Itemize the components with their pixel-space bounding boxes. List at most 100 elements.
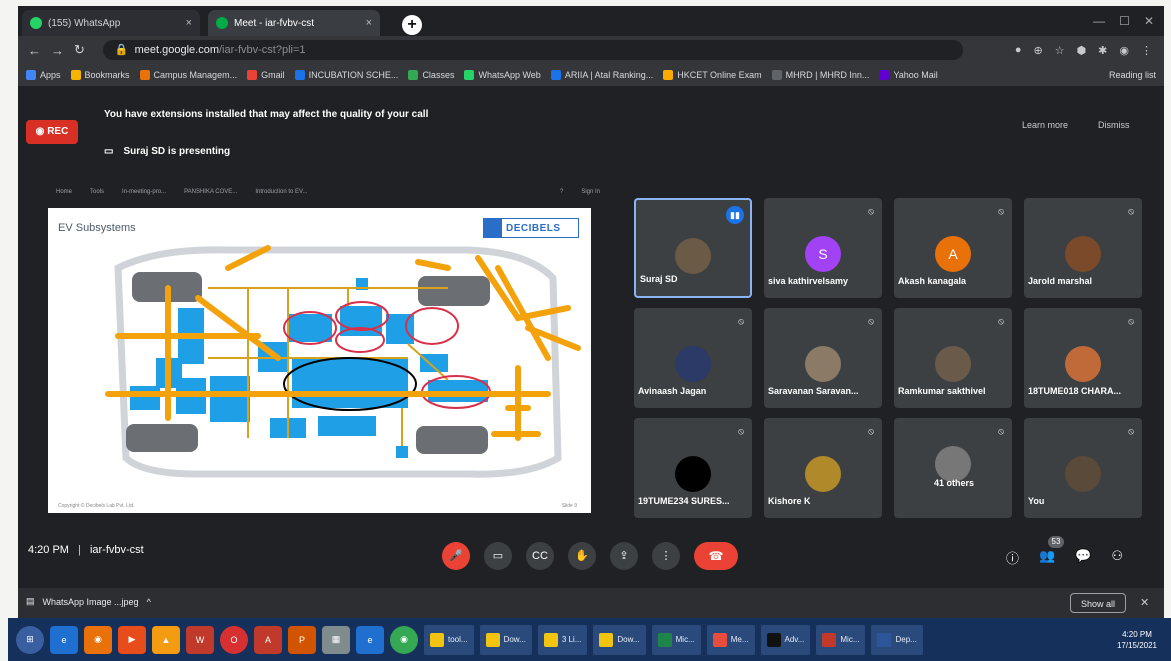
zoom-icon[interactable]: ⊕ (1033, 44, 1042, 57)
participant-tile[interactable]: ⦸ Ramkumar sakthivel (894, 308, 1012, 408)
tab-whatsapp[interactable]: (155) WhatsApp × (22, 10, 200, 36)
new-tab-button[interactable]: + (402, 15, 422, 35)
minimize-icon[interactable]: — (1093, 14, 1105, 28)
others-tile[interactable]: ⦸ 41 others (894, 418, 1012, 518)
learn-more-link[interactable]: Learn more (1022, 120, 1068, 130)
end-call-button[interactable]: ☎ (694, 542, 738, 570)
menu-icon[interactable]: ⋮ (1141, 44, 1152, 57)
more-options-button[interactable]: ⋮ (652, 542, 680, 570)
bookmarks-bar: Apps Bookmarks Campus Managem... Gmail I… (18, 64, 1164, 86)
start-button[interactable]: ⊞ (16, 625, 44, 654)
taskbar-window[interactable]: Mic... (816, 624, 866, 655)
close-window-icon[interactable]: ✕ (1144, 14, 1154, 28)
forward-icon[interactable]: → (51, 43, 64, 58)
bookmark-yahoo[interactable]: Yahoo Mail (879, 70, 938, 80)
download-item[interactable]: ▤ WhatsApp Image ...jpeg ^ (26, 596, 151, 607)
participant-tile[interactable]: ▮▮ Suraj SD (634, 198, 752, 298)
bookmark-bookmarks[interactable]: Bookmarks (70, 70, 130, 80)
bookmark-label: Gmail (261, 70, 285, 80)
taskbar-window[interactable]: Adv... (760, 624, 811, 655)
taskbar-window[interactable]: 3 Li... (537, 624, 588, 655)
excel-icon (657, 632, 672, 647)
participant-tile[interactable]: ⦸ 19TUME234 SURES... (634, 418, 752, 518)
show-all-button[interactable]: Show all (1070, 593, 1126, 613)
bookmark-incubation[interactable]: INCUBATION SCHE... (294, 70, 398, 80)
bookmark-apps[interactable]: Apps (26, 70, 61, 80)
participant-tile[interactable]: ⦸ Saravanan Saravan... (764, 308, 882, 408)
avatar (805, 346, 841, 382)
ie-icon[interactable]: e (50, 625, 78, 654)
close-tab-icon[interactable]: × (366, 17, 372, 29)
taskbar-window[interactable]: tool... (424, 624, 474, 655)
app-icon[interactable]: W (186, 625, 214, 654)
people-icon[interactable]: 👥 (1039, 548, 1055, 567)
puzzle-icon[interactable]: ✱ (1098, 44, 1107, 57)
info-icon[interactable]: ⓘ (1006, 548, 1019, 567)
bookmark-gmail[interactable]: Gmail (247, 70, 285, 80)
screenshot: (155) WhatsApp × Meet - iar-fvbv-cst × +… (0, 0, 1171, 661)
participant-tile[interactable]: ⦸ Jarold marshal (1024, 198, 1142, 298)
wheel (416, 426, 488, 454)
acrobat-icon[interactable]: A (254, 625, 282, 654)
component-block (420, 354, 448, 372)
slide-tab: Sign In (581, 189, 600, 195)
bookmark-campus[interactable]: Campus Managem... (139, 70, 237, 80)
extension-icon[interactable]: ⬢ (1077, 44, 1087, 57)
activities-icon[interactable]: ⚇ (1111, 548, 1123, 567)
bookmark-ariia[interactable]: ARIIA | Atal Ranking... (550, 70, 653, 80)
component-block (288, 314, 332, 342)
extension-warning: You have extensions installed that may a… (104, 109, 429, 120)
vlc-icon[interactable]: ▲ (152, 625, 180, 654)
present-button[interactable]: ⇪ (610, 542, 638, 570)
mic-muted-icon: ⦸ (1128, 316, 1134, 326)
bookmark-classes[interactable]: Classes (408, 70, 454, 80)
close-shelf-icon[interactable]: ✕ (1140, 596, 1149, 609)
camera-icon[interactable]: ● (1015, 44, 1022, 57)
address-bar[interactable]: 🔒 meet.google.com /iar-fvbv-cst?pli=1 (102, 40, 963, 60)
separator: | (78, 544, 81, 556)
opera-icon[interactable]: O (220, 625, 248, 654)
taskbar-window[interactable]: Mic... (651, 624, 701, 655)
back-icon[interactable]: ← (28, 43, 41, 58)
edge-icon[interactable]: e (356, 625, 384, 654)
taskbar-window[interactable]: Dep... (871, 624, 923, 655)
firefox-icon[interactable]: ◉ (84, 625, 112, 654)
system-clock[interactable]: 4:20 PM 17/15/2021 (1117, 629, 1157, 651)
reload-icon[interactable]: ↻ (74, 42, 85, 58)
participant-tile[interactable]: A ⦸ Akash kanagala (894, 198, 1012, 298)
maximize-icon[interactable]: ☐ (1119, 14, 1130, 28)
raise-hand-button[interactable]: ✋ (568, 542, 596, 570)
taskbar-window[interactable]: Dow... (593, 624, 646, 655)
participant-tile[interactable]: ⦸ Avinaash Jagan (634, 308, 752, 408)
bookmark-hkcet[interactable]: HKCET Online Exam (663, 70, 762, 80)
chrome-icon[interactable]: ◉ (390, 625, 418, 654)
others-count: 41 others (933, 478, 975, 488)
mic-muted-icon: ⦸ (868, 316, 874, 326)
chevron-up-icon[interactable]: ^ (147, 597, 151, 607)
window-label: Adv... (784, 635, 805, 644)
camera-toggle-button[interactable]: ▭ (484, 542, 512, 570)
participant-tile[interactable]: S ⦸ siva kathirvelsamy (764, 198, 882, 298)
bookmark-mhrd[interactable]: MHRD | MHRD Inn... (771, 70, 869, 80)
participant-tile[interactable]: ⦸ Kishore K (764, 418, 882, 518)
calculator-icon[interactable]: ▦ (322, 625, 350, 654)
close-tab-icon[interactable]: × (186, 17, 192, 29)
bookmark-star-icon[interactable]: ☆ (1055, 44, 1065, 57)
reading-list[interactable]: Reading list (1109, 70, 1156, 80)
meeting-time: 4:20 PM (28, 544, 69, 556)
participant-tile[interactable]: ⦸ 18TUME018 CHARA... (1024, 308, 1142, 408)
chat-icon[interactable]: 💬 (1075, 548, 1091, 567)
bookmark-whatsapp-web[interactable]: WhatsApp Web (464, 70, 541, 80)
meeting-details[interactable]: 4:20 PM | iar-fvbv-cst (28, 544, 144, 556)
taskbar-window[interactable]: Dow... (479, 624, 532, 655)
mic-toggle-button[interactable]: 🎤 (442, 542, 470, 570)
powerpoint-icon[interactable]: P (288, 625, 316, 654)
self-tile[interactable]: ⦸ You (1024, 418, 1142, 518)
captions-button[interactable]: CC (526, 542, 554, 570)
media-player-icon[interactable]: ▶ (118, 625, 146, 654)
profile-icon[interactable]: ◉ (1119, 44, 1129, 57)
dismiss-button[interactable]: Dismiss (1098, 120, 1130, 130)
url-path: /iar-fvbv-cst?pli=1 (219, 44, 306, 56)
taskbar-window[interactable]: Me... (706, 624, 755, 655)
tab-meet[interactable]: Meet - iar-fvbv-cst × (208, 10, 380, 36)
